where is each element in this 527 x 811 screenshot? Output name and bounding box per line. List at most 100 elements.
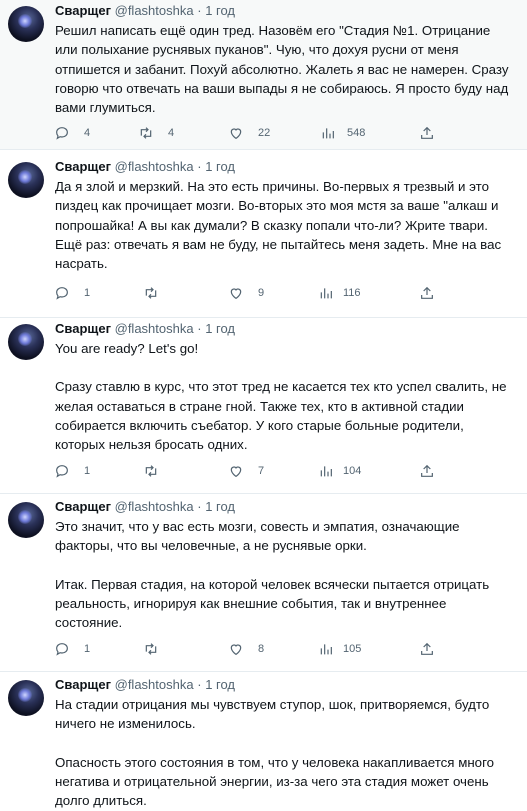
tweet[interactable]: Сварщег @flashtoshka · 1 год You are rea… bbox=[0, 318, 527, 494]
tweet-actions: 4 4 22 548 bbox=[0, 123, 527, 143]
like-button[interactable]: 7 bbox=[228, 461, 264, 481]
timestamp[interactable]: 1 год bbox=[205, 677, 235, 692]
timestamp[interactable]: 1 год bbox=[205, 3, 235, 18]
author-handle[interactable]: @flashtoshka bbox=[115, 321, 194, 336]
share-icon bbox=[421, 642, 433, 655]
tweet-paragraph: Это значит, что у вас есть мозги, совест… bbox=[55, 519, 460, 554]
retweet-count: 4 bbox=[168, 127, 175, 139]
retweet-icon bbox=[145, 287, 157, 299]
reply-count: 1 bbox=[84, 643, 91, 655]
reply-button[interactable]: 1 bbox=[54, 461, 90, 481]
views-count: 548 bbox=[347, 127, 366, 139]
timestamp[interactable]: 1 год bbox=[205, 321, 235, 336]
like-count: 8 bbox=[258, 643, 265, 655]
separator-dot: · bbox=[197, 677, 202, 692]
like-icon bbox=[230, 644, 242, 656]
views-button[interactable]: 105 bbox=[318, 639, 361, 659]
author-name[interactable]: Сварщег bbox=[55, 321, 111, 336]
share-icon bbox=[421, 286, 433, 299]
tweet-paragraph: Итак. Первая стадия, на которой человек … bbox=[55, 576, 490, 631]
share-button[interactable] bbox=[419, 639, 435, 659]
share-button[interactable] bbox=[419, 461, 435, 481]
views-icon bbox=[320, 466, 332, 477]
tweet-paragraph: You are ready? Let's go! bbox=[55, 341, 199, 356]
avatar[interactable] bbox=[8, 680, 44, 716]
avatar[interactable] bbox=[8, 162, 44, 198]
tweet-thread: Сварщег @flashtoshka · 1 год Решил напис… bbox=[0, 0, 527, 811]
reply-icon bbox=[56, 127, 68, 140]
author-handle[interactable]: @flashtoshka bbox=[115, 159, 194, 174]
share-icon bbox=[421, 126, 433, 139]
timestamp[interactable]: 1 год bbox=[205, 159, 235, 174]
tweet-text: На стадии отрицания мы чувствуем ступор,… bbox=[55, 695, 515, 810]
tweet-paragraph: Сразу ставлю в курс, что этот тред не ка… bbox=[55, 379, 507, 453]
views-count: 105 bbox=[343, 643, 362, 655]
like-count: 7 bbox=[258, 465, 265, 477]
tweet-text: Это значит, что у вас есть мозги, совест… bbox=[55, 517, 515, 632]
tweet-header: Сварщег @flashtoshka · 1 год bbox=[55, 676, 235, 694]
views-icon bbox=[320, 288, 332, 299]
author-handle[interactable]: @flashtoshka bbox=[115, 3, 194, 18]
reply-icon bbox=[56, 287, 68, 300]
separator-dot: · bbox=[197, 499, 202, 514]
author-name[interactable]: Сварщег bbox=[55, 3, 111, 18]
author-name[interactable]: Сварщег bbox=[55, 677, 111, 692]
avatar[interactable] bbox=[8, 324, 44, 360]
author-handle[interactable]: @flashtoshka bbox=[115, 677, 194, 692]
avatar[interactable] bbox=[8, 502, 44, 538]
tweet-actions: 1 8 105 bbox=[0, 639, 527, 659]
tweet[interactable]: Сварщег @flashtoshka · 1 год Это значит,… bbox=[0, 496, 527, 672]
share-button[interactable] bbox=[419, 283, 435, 303]
like-button[interactable]: 22 bbox=[228, 123, 270, 143]
like-count: 22 bbox=[258, 127, 271, 139]
retweet-button[interactable] bbox=[143, 283, 159, 303]
author-handle[interactable]: @flashtoshka bbox=[115, 499, 194, 514]
views-button[interactable]: 116 bbox=[318, 283, 361, 303]
like-count: 9 bbox=[258, 287, 265, 299]
reply-count: 4 bbox=[84, 127, 91, 139]
author-name[interactable]: Сварщег bbox=[55, 499, 111, 514]
like-icon bbox=[230, 288, 242, 300]
views-count: 104 bbox=[343, 465, 362, 477]
separator-dot: · bbox=[197, 159, 202, 174]
tweet-header: Сварщег @flashtoshka · 1 год bbox=[55, 320, 235, 338]
retweet-button[interactable] bbox=[143, 461, 159, 481]
avatar[interactable] bbox=[8, 6, 44, 42]
separator-dot: · bbox=[197, 321, 202, 336]
reply-count: 1 bbox=[84, 287, 91, 299]
retweet-button[interactable] bbox=[143, 639, 159, 659]
tweet-header: Сварщег @flashtoshka · 1 год bbox=[55, 158, 235, 176]
views-button[interactable]: 104 bbox=[318, 461, 361, 481]
like-button[interactable]: 9 bbox=[228, 283, 264, 303]
tweet[interactable]: Сварщег @flashtoshka · 1 год На стадии о… bbox=[0, 674, 527, 811]
reply-count: 1 bbox=[84, 465, 91, 477]
timestamp[interactable]: 1 год bbox=[205, 499, 235, 514]
views-count: 116 bbox=[343, 287, 361, 299]
tweet-actions: 1 9 116 bbox=[0, 283, 527, 303]
tweet-header: Сварщег @flashtoshka · 1 год bbox=[55, 2, 235, 20]
reply-button[interactable]: 1 bbox=[54, 639, 90, 659]
like-icon bbox=[230, 466, 242, 478]
author-name[interactable]: Сварщег bbox=[55, 159, 111, 174]
reply-icon bbox=[56, 643, 68, 656]
views-icon bbox=[320, 644, 332, 655]
tweet[interactable]: Сварщег @flashtoshka · 1 год Решил напис… bbox=[0, 0, 527, 150]
like-button[interactable]: 8 bbox=[228, 639, 264, 659]
tweet-header: Сварщег @flashtoshka · 1 год bbox=[55, 498, 235, 516]
tweet[interactable]: Сварщег @flashtoshka · 1 год Да я злой и… bbox=[0, 156, 527, 318]
views-button[interactable]: 548 bbox=[320, 123, 365, 143]
reply-button[interactable]: 4 bbox=[54, 123, 90, 143]
retweet-button[interactable]: 4 bbox=[138, 123, 174, 143]
tweet-paragraph: Решил написать ещё один тред. Назовём ег… bbox=[55, 23, 509, 116]
retweet-icon bbox=[140, 127, 152, 139]
share-icon bbox=[421, 464, 433, 477]
retweet-icon bbox=[145, 643, 157, 655]
tweet-paragraph: Опасность этого состояния в том, что у ч… bbox=[55, 754, 495, 809]
reply-icon bbox=[56, 465, 68, 478]
tweet-text: You are ready? Let's go! Сразу ставлю в … bbox=[55, 339, 515, 454]
retweet-icon bbox=[145, 465, 157, 477]
share-button[interactable] bbox=[419, 123, 435, 143]
tweet-text: Решил написать ещё один тред. Назовём ег… bbox=[55, 21, 515, 117]
separator-dot: · bbox=[197, 3, 202, 18]
reply-button[interactable]: 1 bbox=[54, 283, 90, 303]
